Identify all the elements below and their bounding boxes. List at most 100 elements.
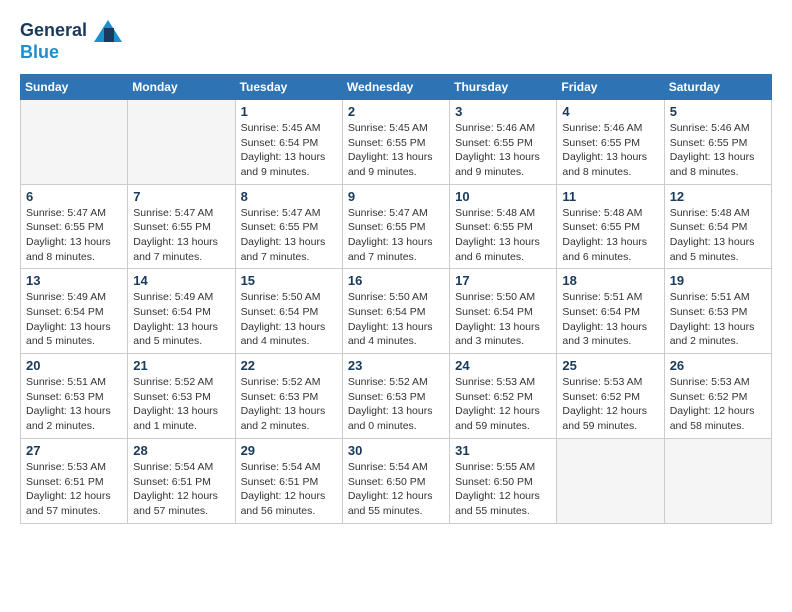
calendar-week-2: 6 Sunrise: 5:47 AMSunset: 6:55 PMDaylight… xyxy=(21,184,772,269)
day-number: 27 xyxy=(26,443,122,458)
day-info: Sunrise: 5:49 AMSunset: 6:54 PMDaylight:… xyxy=(26,290,122,349)
day-number: 30 xyxy=(348,443,444,458)
col-header-thursday: Thursday xyxy=(450,74,557,99)
calendar-week-5: 27 Sunrise: 5:53 AMSunset: 6:51 PMDayligh… xyxy=(21,438,772,523)
calendar-cell: 10 Sunrise: 5:48 AMSunset: 6:55 PMDayligh… xyxy=(450,184,557,269)
calendar-cell: 27 Sunrise: 5:53 AMSunset: 6:51 PMDayligh… xyxy=(21,438,128,523)
calendar-cell: 31 Sunrise: 5:55 AMSunset: 6:50 PMDayligh… xyxy=(450,438,557,523)
day-info: Sunrise: 5:55 AMSunset: 6:50 PMDaylight:… xyxy=(455,460,551,519)
calendar-cell: 22Sunrise: 5:52 AMSunset: 6:53 PMDayligh… xyxy=(235,354,342,439)
day-number: 17 xyxy=(455,273,551,288)
logo: General Blue xyxy=(20,20,122,64)
day-info: Sunrise: 5:47 AMSunset: 6:55 PMDaylight:… xyxy=(241,206,337,265)
day-number: 22 xyxy=(241,358,337,373)
day-info: Sunrise: 5:51 AMSunset: 6:54 PMDaylight:… xyxy=(562,290,658,349)
day-info: Sunrise: 5:46 AMSunset: 6:55 PMDaylight:… xyxy=(562,121,658,180)
calendar-cell xyxy=(21,99,128,184)
page-header: General Blue xyxy=(20,20,772,64)
day-number: 31 xyxy=(455,443,551,458)
day-number: 16 xyxy=(348,273,444,288)
day-info: Sunrise: 5:51 AMSunset: 6:53 PMDaylight:… xyxy=(670,290,766,349)
calendar-cell: 26Sunrise: 5:53 AMSunset: 6:52 PMDayligh… xyxy=(664,354,771,439)
calendar-cell xyxy=(664,438,771,523)
calendar-cell: 28Sunrise: 5:54 AMSunset: 6:51 PMDayligh… xyxy=(128,438,235,523)
day-number: 24 xyxy=(455,358,551,373)
day-number: 4 xyxy=(562,104,658,119)
calendar-cell: 18Sunrise: 5:51 AMSunset: 6:54 PMDayligh… xyxy=(557,269,664,354)
day-number: 20 xyxy=(26,358,122,373)
day-info: Sunrise: 5:53 AMSunset: 6:51 PMDaylight:… xyxy=(26,460,122,519)
day-number: 8 xyxy=(241,189,337,204)
day-number: 12 xyxy=(670,189,766,204)
day-info: Sunrise: 5:48 AMSunset: 6:55 PMDaylight:… xyxy=(455,206,551,265)
day-number: 2 xyxy=(348,104,444,119)
calendar-cell: 5 Sunrise: 5:46 AMSunset: 6:55 PMDaylight… xyxy=(664,99,771,184)
calendar-cell: 19 Sunrise: 5:51 AMSunset: 6:53 PMDayligh… xyxy=(664,269,771,354)
day-number: 1 xyxy=(241,104,337,119)
day-number: 14 xyxy=(133,273,229,288)
day-info: Sunrise: 5:47 AMSunset: 6:55 PMDaylight:… xyxy=(133,206,229,265)
day-number: 28 xyxy=(133,443,229,458)
calendar-cell: 7 Sunrise: 5:47 AMSunset: 6:55 PMDaylight… xyxy=(128,184,235,269)
day-number: 5 xyxy=(670,104,766,119)
day-number: 7 xyxy=(133,189,229,204)
calendar-cell: 13 Sunrise: 5:49 AMSunset: 6:54 PMDayligh… xyxy=(21,269,128,354)
day-number: 13 xyxy=(26,273,122,288)
logo-blue: Blue xyxy=(20,42,122,64)
col-header-sunday: Sunday xyxy=(21,74,128,99)
calendar-cell xyxy=(128,99,235,184)
calendar-week-1: 1 Sunrise: 5:45 AMSunset: 6:54 PMDaylight… xyxy=(21,99,772,184)
calendar-cell: 4 Sunrise: 5:46 AMSunset: 6:55 PMDaylight… xyxy=(557,99,664,184)
calendar-cell: 12 Sunrise: 5:48 AMSunset: 6:54 PMDayligh… xyxy=(664,184,771,269)
col-header-wednesday: Wednesday xyxy=(342,74,449,99)
day-info: Sunrise: 5:48 AMSunset: 6:55 PMDaylight:… xyxy=(562,206,658,265)
calendar-cell: 29 Sunrise: 5:54 AMSunset: 6:51 PMDayligh… xyxy=(235,438,342,523)
calendar-cell: 15 Sunrise: 5:50 AMSunset: 6:54 PMDayligh… xyxy=(235,269,342,354)
day-info: Sunrise: 5:54 AMSunset: 6:50 PMDaylight:… xyxy=(348,460,444,519)
calendar-cell: 21 Sunrise: 5:52 AMSunset: 6:53 PMDayligh… xyxy=(128,354,235,439)
day-info: Sunrise: 5:52 AMSunset: 6:53 PMDaylight:… xyxy=(348,375,444,434)
day-info: Sunrise: 5:50 AMSunset: 6:54 PMDaylight:… xyxy=(241,290,337,349)
day-number: 23 xyxy=(348,358,444,373)
day-number: 6 xyxy=(26,189,122,204)
day-info: Sunrise: 5:48 AMSunset: 6:54 PMDaylight:… xyxy=(670,206,766,265)
calendar-cell: 17 Sunrise: 5:50 AMSunset: 6:54 PMDayligh… xyxy=(450,269,557,354)
day-info: Sunrise: 5:47 AMSunset: 6:55 PMDaylight:… xyxy=(348,206,444,265)
day-number: 25 xyxy=(562,358,658,373)
day-number: 21 xyxy=(133,358,229,373)
day-info: Sunrise: 5:46 AMSunset: 6:55 PMDaylight:… xyxy=(670,121,766,180)
day-info: Sunrise: 5:45 AMSunset: 6:55 PMDaylight:… xyxy=(348,121,444,180)
calendar-cell: 16 Sunrise: 5:50 AMSunset: 6:54 PMDayligh… xyxy=(342,269,449,354)
day-info: Sunrise: 5:53 AMSunset: 6:52 PMDaylight:… xyxy=(455,375,551,434)
day-number: 26 xyxy=(670,358,766,373)
day-number: 19 xyxy=(670,273,766,288)
calendar-cell: 6 Sunrise: 5:47 AMSunset: 6:55 PMDaylight… xyxy=(21,184,128,269)
col-header-tuesday: Tuesday xyxy=(235,74,342,99)
calendar-week-3: 13 Sunrise: 5:49 AMSunset: 6:54 PMDayligh… xyxy=(21,269,772,354)
day-info: Sunrise: 5:50 AMSunset: 6:54 PMDaylight:… xyxy=(348,290,444,349)
calendar-cell: 3Sunrise: 5:46 AMSunset: 6:55 PMDaylight… xyxy=(450,99,557,184)
calendar-cell: 24 Sunrise: 5:53 AMSunset: 6:52 PMDayligh… xyxy=(450,354,557,439)
day-info: Sunrise: 5:52 AMSunset: 6:53 PMDaylight:… xyxy=(133,375,229,434)
calendar-cell: 8 Sunrise: 5:47 AMSunset: 6:55 PMDaylight… xyxy=(235,184,342,269)
calendar-cell: 20 Sunrise: 5:51 AMSunset: 6:53 PMDayligh… xyxy=(21,354,128,439)
calendar-week-4: 20 Sunrise: 5:51 AMSunset: 6:53 PMDayligh… xyxy=(21,354,772,439)
day-info: Sunrise: 5:49 AMSunset: 6:54 PMDaylight:… xyxy=(133,290,229,349)
col-header-friday: Friday xyxy=(557,74,664,99)
day-number: 10 xyxy=(455,189,551,204)
day-info: Sunrise: 5:50 AMSunset: 6:54 PMDaylight:… xyxy=(455,290,551,349)
day-info: Sunrise: 5:47 AMSunset: 6:55 PMDaylight:… xyxy=(26,206,122,265)
day-info: Sunrise: 5:51 AMSunset: 6:53 PMDaylight:… xyxy=(26,375,122,434)
calendar-cell: 25Sunrise: 5:53 AMSunset: 6:52 PMDayligh… xyxy=(557,354,664,439)
calendar-cell: 9 Sunrise: 5:47 AMSunset: 6:55 PMDaylight… xyxy=(342,184,449,269)
day-info: Sunrise: 5:46 AMSunset: 6:55 PMDaylight:… xyxy=(455,121,551,180)
calendar-cell: 14 Sunrise: 5:49 AMSunset: 6:54 PMDayligh… xyxy=(128,269,235,354)
day-number: 29 xyxy=(241,443,337,458)
day-number: 15 xyxy=(241,273,337,288)
calendar-cell: 23 Sunrise: 5:52 AMSunset: 6:53 PMDayligh… xyxy=(342,354,449,439)
day-info: Sunrise: 5:54 AMSunset: 6:51 PMDaylight:… xyxy=(241,460,337,519)
day-number: 9 xyxy=(348,189,444,204)
calendar-header-row: SundayMondayTuesdayWednesdayThursdayFrid… xyxy=(21,74,772,99)
day-info: Sunrise: 5:45 AMSunset: 6:54 PMDaylight:… xyxy=(241,121,337,180)
calendar-cell: 30 Sunrise: 5:54 AMSunset: 6:50 PMDayligh… xyxy=(342,438,449,523)
